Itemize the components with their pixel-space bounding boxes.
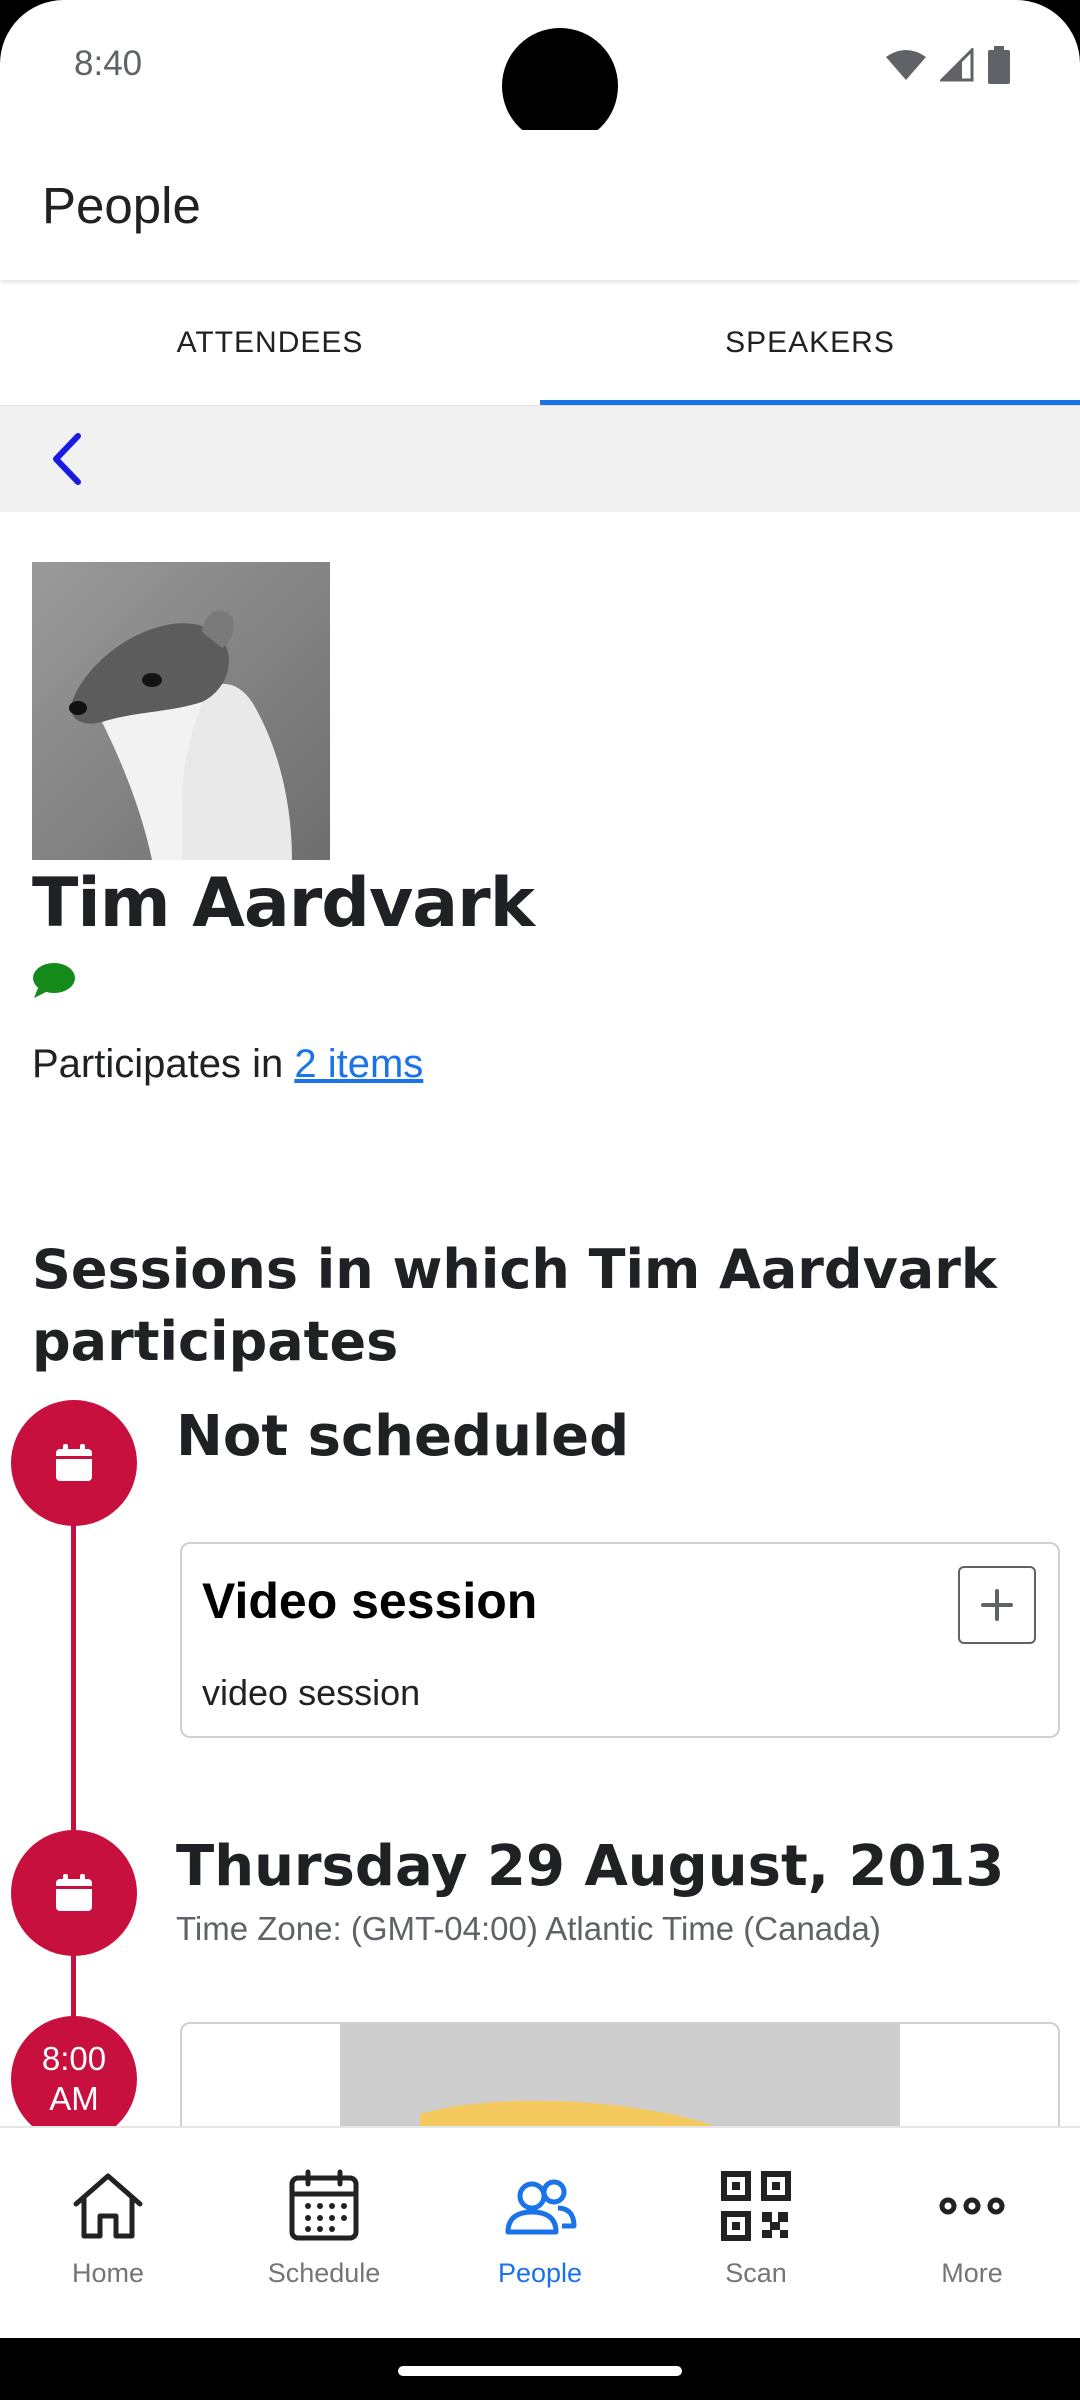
page-title: People	[42, 177, 201, 234]
session-card[interactable]	[180, 2022, 1060, 2126]
speaker-name: Tim Aardvark	[32, 864, 535, 943]
session-title: Video session	[202, 1573, 538, 1629]
calendar-icon	[56, 1444, 92, 1481]
participates-prefix: Participates in	[32, 1042, 295, 1086]
gesture-bar[interactable]	[398, 2366, 682, 2376]
participates-items-link[interactable]: 2 items	[294, 1042, 423, 1086]
nav-label: Home	[71, 2258, 145, 2288]
add-to-schedule-button[interactable]	[958, 1566, 1036, 1644]
time-hour: 8:00	[41, 2040, 107, 2077]
timeline-calendar-marker	[11, 1400, 137, 1526]
battery-icon	[988, 46, 1010, 84]
app-header: People	[0, 130, 1080, 280]
app-screen: 8:40 People ATTENDEES SPEAKERS Tim Aardv…	[0, 0, 1080, 2338]
home-icon	[73, 2173, 143, 2239]
session-image	[340, 2024, 900, 2126]
plus-icon	[981, 1589, 1013, 1621]
wifi-icon	[886, 50, 926, 80]
stoat-photo	[32, 562, 330, 860]
back-chevron-icon[interactable]	[38, 428, 100, 490]
people-tabs: ATTENDEES SPEAKERS	[0, 280, 1080, 406]
camera-cutout	[502, 28, 618, 144]
calendar-icon	[56, 1874, 92, 1911]
nav-more[interactable]: More	[864, 2128, 1080, 2338]
sessions-heading: Sessions in which Tim Aardvark participa…	[32, 1238, 997, 1373]
more-icon	[939, 2197, 1005, 2215]
nav-scan[interactable]: Scan	[648, 2128, 864, 2338]
avatar	[32, 562, 330, 860]
tab-attendees[interactable]: ATTENDEES	[0, 280, 540, 405]
group-title-date: Thursday 29 August, 2013	[176, 1834, 1005, 1899]
nav-label: Schedule	[267, 2258, 381, 2288]
session-card[interactable]: Video session video session	[180, 1542, 1060, 1738]
back-bar	[0, 406, 1080, 512]
session-description: video session	[202, 1672, 421, 1713]
group-title-not-scheduled: Not scheduled	[176, 1404, 630, 1469]
participation-summary: Participates in 2 items	[32, 1042, 423, 1087]
people-icon	[505, 2179, 577, 2235]
time-zone-label: Time Zone: (GMT-04:00) Atlantic Time (Ca…	[176, 1910, 881, 1947]
nav-label: More	[941, 2258, 1003, 2288]
tab-speakers[interactable]: SPEAKERS	[540, 280, 1080, 405]
timeline-time-marker: 8:00 AM	[11, 2016, 137, 2126]
timeline-calendar-marker	[11, 1830, 137, 1956]
qr-code-icon	[721, 2171, 791, 2241]
calendar-icon	[289, 2169, 359, 2241]
bottom-navigation: Home Schedule People Scan More	[0, 2126, 1080, 2338]
status-bar: 8:40	[0, 0, 1080, 144]
nav-people[interactable]: People	[432, 2128, 648, 2338]
nav-schedule[interactable]: Schedule	[216, 2128, 432, 2338]
nav-label: Scan	[725, 2258, 787, 2288]
speaker-detail: Tim Aardvark Participates in 2 items Ses…	[0, 512, 1080, 2126]
signal-icon	[940, 48, 974, 82]
status-time: 8:40	[74, 44, 143, 83]
chat-bubble-icon[interactable]	[32, 960, 76, 1000]
nav-home[interactable]: Home	[0, 2128, 216, 2338]
nav-label: People	[497, 2258, 583, 2288]
time-ampm: AM	[49, 2080, 99, 2117]
status-icons	[886, 46, 1010, 84]
